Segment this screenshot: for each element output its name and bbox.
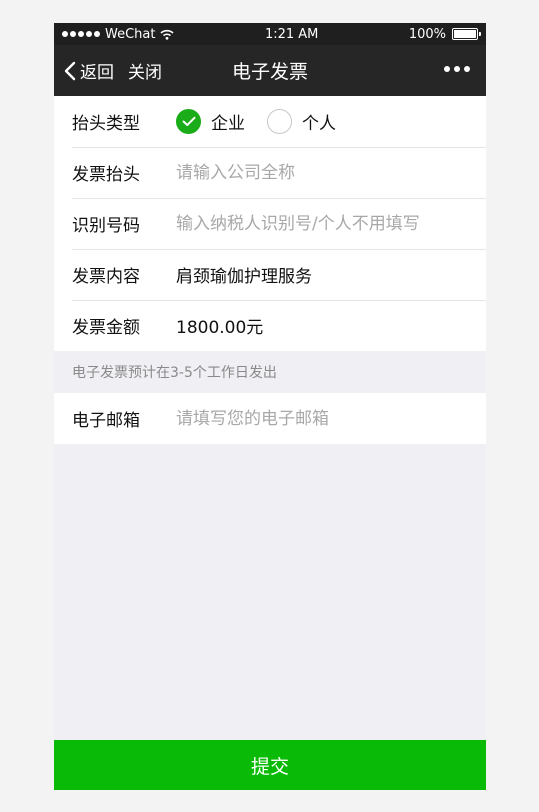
close-button[interactable]: 关闭: [128, 58, 162, 83]
radio-personal[interactable]: 个人: [267, 109, 336, 134]
tax-id-label: 识别号码: [72, 216, 140, 236]
back-button[interactable]: 返回: [64, 58, 114, 83]
status-left: WeChat: [62, 26, 175, 42]
wifi-icon: [160, 29, 175, 40]
email-form: 电子邮箱: [54, 393, 486, 444]
radio-personal-label: 个人: [302, 114, 336, 134]
battery-icon: [452, 28, 481, 40]
invoice-form: 抬头类型 企业 个人 发票抬头 识别号码 发: [54, 96, 486, 351]
invoice-amount-label: 发票金额: [72, 318, 140, 338]
email-input[interactable]: [176, 408, 476, 429]
status-time: 1:21 AM: [264, 26, 319, 42]
carrier-name: WeChat: [105, 26, 156, 42]
header-type-radio-group: 企业 个人: [176, 109, 358, 134]
invoice-title-input[interactable]: [176, 162, 476, 183]
radio-checked-icon: [176, 109, 201, 134]
radio-unchecked-icon: [267, 109, 292, 134]
nav-bar: 返回 关闭 电子发票: [54, 45, 486, 96]
radio-company[interactable]: 企业: [176, 109, 245, 134]
chevron-left-icon: [64, 61, 76, 80]
invoice-content-row: 发票内容 肩颈瑜伽护理服务: [54, 249, 486, 300]
header-type-row: 抬头类型 企业 个人: [54, 96, 486, 147]
battery-percent: 100%: [408, 26, 446, 42]
delivery-tip: 电子发票预计在3-5个工作日发出: [54, 351, 486, 393]
back-label: 返回: [80, 63, 114, 83]
email-row: 电子邮箱: [54, 393, 486, 444]
invoice-content-label: 发票内容: [72, 267, 140, 287]
phone-screen: WeChat 1:21 AM 100% 返回 关闭 电子发票 抬头类型 企业 个…: [54, 23, 486, 790]
radio-company-label: 企业: [211, 114, 245, 134]
status-bar: WeChat 1:21 AM 100%: [54, 23, 486, 45]
tax-id-row: 识别号码: [54, 198, 486, 249]
invoice-content-value: 肩颈瑜伽护理服务: [176, 267, 312, 287]
header-type-label: 抬头类型: [72, 114, 140, 134]
invoice-amount-value: 1800.00元: [176, 318, 264, 338]
tax-id-input[interactable]: [176, 213, 476, 234]
page-title: 电子发票: [231, 61, 308, 83]
invoice-amount-row: 发票金额 1800.00元: [54, 300, 486, 351]
submit-button[interactable]: 提交: [54, 740, 486, 790]
more-icon[interactable]: [444, 66, 470, 72]
invoice-title-label: 发票抬头: [72, 165, 140, 185]
email-label: 电子邮箱: [72, 411, 140, 431]
invoice-title-row: 发票抬头: [54, 147, 486, 198]
status-right: 100%: [408, 26, 481, 42]
signal-icon: [62, 31, 100, 37]
